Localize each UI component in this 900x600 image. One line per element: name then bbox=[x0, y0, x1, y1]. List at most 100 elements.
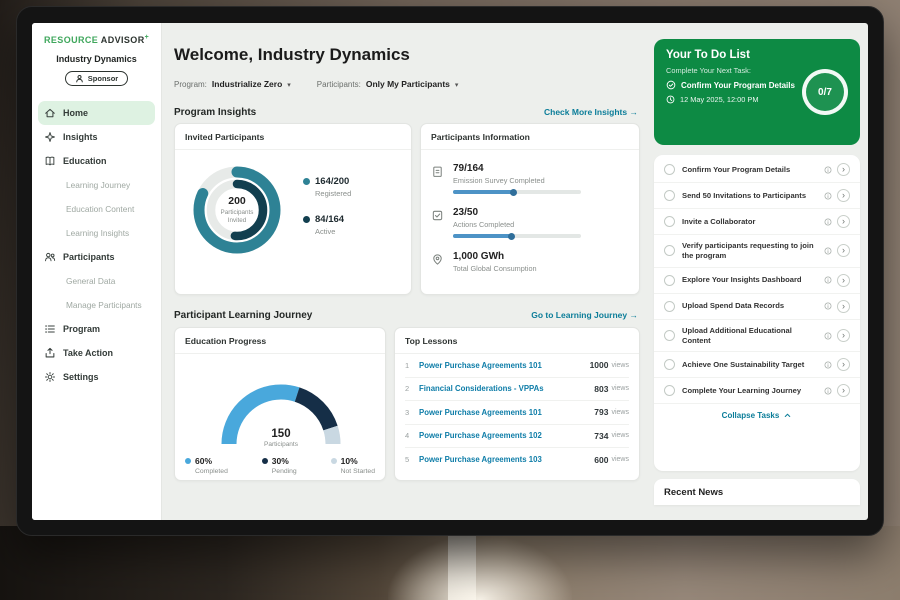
info-icon[interactable] bbox=[824, 361, 832, 369]
task-checkbox[interactable] bbox=[664, 190, 675, 201]
collapse-tasks-link[interactable]: Collapse Tasks bbox=[654, 404, 860, 424]
task-label: Verify participants requesting to join t… bbox=[682, 241, 824, 261]
settings-gear-icon bbox=[44, 371, 56, 383]
lesson-views-label: views bbox=[611, 362, 629, 369]
sidebar-item-learning-journey[interactable]: Learning Journey bbox=[32, 173, 161, 197]
todo-next-task: Confirm Your Program Details bbox=[681, 81, 795, 90]
info-icon[interactable] bbox=[824, 218, 832, 226]
task-row-verify-participants[interactable]: Verify participants requesting to join t… bbox=[654, 235, 860, 268]
info-icon[interactable] bbox=[824, 166, 832, 174]
chevron-right-icon[interactable]: › bbox=[837, 329, 850, 342]
task-label: Invite a Collaborator bbox=[682, 217, 824, 227]
chevron-right-icon[interactable]: › bbox=[837, 274, 850, 287]
participants-filter-label: Participants: bbox=[317, 80, 361, 89]
lesson-title-link[interactable]: Power Purchase Agreements 101 bbox=[419, 361, 590, 370]
info-label: Total Global Consumption bbox=[453, 264, 537, 273]
info-value: 23/50 bbox=[453, 207, 581, 218]
sidebar: RESOURCE ADVISOR+ Industry Dynamics Spon… bbox=[32, 23, 162, 520]
task-row-upload-educational-content[interactable]: Upload Additional Educational Content › bbox=[654, 320, 860, 353]
chevron-right-icon[interactable]: › bbox=[837, 244, 850, 257]
sidebar-item-label: Insights bbox=[63, 132, 98, 142]
chevron-right-icon[interactable]: › bbox=[837, 189, 850, 202]
task-row-explore-insights[interactable]: Explore Your Insights Dashboard › bbox=[654, 268, 860, 294]
sidebar-item-education-content[interactable]: Education Content bbox=[32, 197, 161, 221]
sidebar-item-insights[interactable]: Insights bbox=[32, 125, 161, 149]
task-checkbox[interactable] bbox=[664, 359, 675, 370]
info-icon[interactable] bbox=[824, 332, 832, 340]
info-icon[interactable] bbox=[824, 276, 832, 284]
legend-dot-not-started bbox=[331, 458, 337, 464]
sidebar-item-label: Home bbox=[63, 108, 88, 118]
sidebar-item-label: Education bbox=[63, 156, 107, 166]
lesson-views: 734 bbox=[594, 431, 608, 441]
sidebar-item-education[interactable]: Education bbox=[32, 149, 161, 173]
light-reflection bbox=[388, 536, 572, 600]
lesson-title-link[interactable]: Financial Considerations - VPPAs bbox=[419, 384, 594, 393]
logo-plus: + bbox=[145, 34, 150, 41]
sidebar-item-manage-participants[interactable]: Manage Participants bbox=[32, 293, 161, 317]
sidebar-item-take-action[interactable]: Take Action bbox=[32, 341, 161, 365]
task-checkbox[interactable] bbox=[664, 301, 675, 312]
task-checkbox[interactable] bbox=[664, 275, 675, 286]
info-icon[interactable] bbox=[824, 192, 832, 200]
participants-information-card: Participants Information 79/164 Emission… bbox=[420, 123, 640, 295]
task-checkbox[interactable] bbox=[664, 164, 675, 175]
chevron-right-icon[interactable]: › bbox=[837, 215, 850, 228]
chevron-right-icon[interactable]: › bbox=[837, 384, 850, 397]
lesson-row: 2 Financial Considerations - VPPAs 803 v… bbox=[405, 378, 629, 402]
sidebar-item-settings[interactable]: Settings bbox=[32, 365, 161, 389]
sidebar-item-learning-insights[interactable]: Learning Insights bbox=[32, 221, 161, 245]
sidebar-item-program[interactable]: Program bbox=[32, 317, 161, 341]
legend-pct: 30% bbox=[272, 456, 289, 466]
donut-center-value: 200 bbox=[228, 195, 246, 207]
lesson-views: 600 bbox=[594, 455, 608, 465]
info-icon[interactable] bbox=[824, 387, 832, 395]
chevron-right-icon[interactable]: › bbox=[837, 300, 850, 313]
participants-filter[interactable]: Participants: Only My Participants ▾ bbox=[317, 79, 459, 89]
sidebar-item-participants[interactable]: Participants bbox=[32, 245, 161, 269]
lesson-title-link[interactable]: Power Purchase Agreements 103 bbox=[419, 455, 594, 464]
chevron-right-icon[interactable]: › bbox=[837, 358, 850, 371]
task-row-achieve-target[interactable]: Achieve One Sustainability Target › bbox=[654, 352, 860, 378]
todo-summary-card: Your To Do List Complete Your Next Task:… bbox=[654, 39, 860, 145]
go-to-learning-journey-link[interactable]: Go to Learning Journey → bbox=[531, 310, 638, 320]
chevron-up-icon bbox=[783, 411, 792, 420]
lesson-views: 793 bbox=[594, 407, 608, 417]
info-icon[interactable] bbox=[824, 247, 832, 255]
task-row-send-invitations[interactable]: Send 50 Invitations to Participants › bbox=[654, 183, 860, 209]
task-checkbox[interactable] bbox=[664, 385, 675, 396]
lesson-rank: 2 bbox=[405, 384, 419, 393]
legend-item-registered: 164/200 Registered bbox=[303, 176, 351, 198]
lesson-title-link[interactable]: Power Purchase Agreements 102 bbox=[419, 431, 594, 440]
program-filter[interactable]: Program: Industrialize Zero ▾ bbox=[174, 79, 291, 89]
chevron-right-icon[interactable]: › bbox=[837, 163, 850, 176]
progress-fill bbox=[453, 190, 514, 194]
task-row-confirm-program[interactable]: Confirm Your Program Details › bbox=[654, 157, 860, 183]
clock-icon bbox=[666, 95, 675, 104]
task-row-invite-collaborator[interactable]: Invite a Collaborator › bbox=[654, 209, 860, 235]
task-checkbox[interactable] bbox=[664, 216, 675, 227]
task-row-complete-learning-journey[interactable]: Complete Your Learning Journey › bbox=[654, 378, 860, 404]
legend-label: Active bbox=[315, 227, 351, 236]
monitor-bezel: RESOURCE ADVISOR+ Industry Dynamics Spon… bbox=[16, 6, 884, 536]
sidebar-item-general-data[interactable]: General Data bbox=[32, 269, 161, 293]
task-checkbox[interactable] bbox=[664, 245, 675, 256]
lesson-rank: 3 bbox=[405, 408, 419, 417]
lesson-title-link[interactable]: Power Purchase Agreements 101 bbox=[419, 408, 594, 417]
legend-pct: 60% bbox=[195, 456, 212, 466]
sidebar-item-home[interactable]: Home bbox=[38, 101, 155, 125]
check-more-insights-link[interactable]: Check More Insights → bbox=[544, 107, 638, 117]
donut-legend: 164/200 Registered 84/164 Active bbox=[303, 176, 351, 252]
logo-advisor: ADVISOR bbox=[101, 35, 145, 45]
lesson-views: 803 bbox=[594, 384, 608, 394]
legend-pct: 10% bbox=[341, 456, 358, 466]
sidebar-nav: Home Insights Education Learning Journey… bbox=[32, 101, 161, 389]
legend-item-completed: 60% Completed bbox=[185, 456, 228, 475]
gauge-center-value: 150 bbox=[271, 428, 290, 440]
progress-fill bbox=[453, 234, 512, 238]
donut-center-caption: Participants Invited bbox=[211, 209, 263, 225]
info-icon[interactable] bbox=[824, 302, 832, 310]
task-row-upload-spend-data[interactable]: Upload Spend Data Records › bbox=[654, 294, 860, 320]
legend-label: Registered bbox=[315, 189, 351, 198]
task-checkbox[interactable] bbox=[664, 330, 675, 341]
